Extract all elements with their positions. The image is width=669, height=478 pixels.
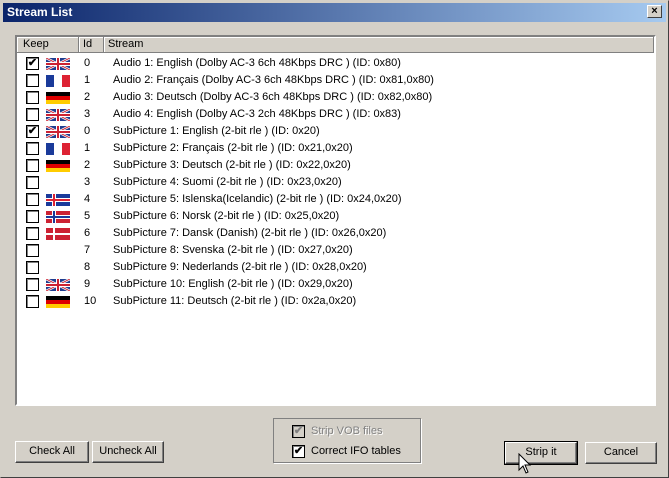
stream-list[interactable]: Keep Id Stream ✔ 0 Audio 1: English (Dolby… <box>15 35 656 406</box>
stream-id: 6 <box>84 227 91 239</box>
stream-name: Audio 3: Deutsch (Dolby AC-3 6ch 48Kbps … <box>113 91 433 103</box>
uk-flag-icon <box>46 126 70 138</box>
keep-checkbox[interactable]: ✔ <box>26 125 39 138</box>
keep-checkbox[interactable] <box>26 261 39 274</box>
stream-id: 3 <box>84 176 91 188</box>
stream-name: SubPicture 8: Svenska (2-bit rle ) (ID: … <box>113 244 353 256</box>
stream-row[interactable]: 2 Audio 3: Deutsch (Dolby AC-3 6ch 48Kbps… <box>17 89 654 106</box>
stream-name: SubPicture 10: English (2-bit rle ) (ID:… <box>113 278 353 290</box>
keep-checkbox[interactable]: ✔ <box>26 57 39 70</box>
strip-vob-label: Strip VOB files <box>311 425 383 437</box>
stream-row[interactable]: ✔ 0 Audio 1: English (Dolby AC-3 6ch 48Kbp… <box>17 55 654 72</box>
keep-checkbox[interactable] <box>26 91 39 104</box>
france-flag-icon <box>46 75 70 87</box>
norway-flag-icon <box>46 211 70 223</box>
france-flag-icon <box>46 143 70 155</box>
stream-name: SubPicture 2: Français (2-bit rle ) (ID:… <box>113 142 353 154</box>
stream-row[interactable]: 7 SubPicture 8: Svenska (2-bit rle ) (ID:… <box>17 242 654 259</box>
strip-it-button[interactable]: Strip it <box>504 441 578 465</box>
stream-id: 9 <box>84 278 91 290</box>
uk-flag-icon <box>46 279 70 291</box>
stream-row[interactable]: ✔ 0 SubPicture 1: English (2-bit rle ) (ID… <box>17 123 654 140</box>
stream-id: 0 <box>84 57 91 69</box>
germany-flag-icon <box>46 92 70 104</box>
stream-name: SubPicture 4: Suomi (2-bit rle ) (ID: 0x… <box>113 176 342 188</box>
keep-checkbox[interactable] <box>26 210 39 223</box>
stream-row[interactable]: 8 SubPicture 9: Nederlands (2-bit rle ) (… <box>17 259 654 276</box>
stream-name: Audio 4: English (Dolby AC-3 2ch 48Kbps … <box>113 108 401 120</box>
stream-row[interactable]: 10 SubPicture 11: Deutsch (2-bit rle ) (I… <box>17 293 654 310</box>
correct-ifo-label[interactable]: Correct IFO tables <box>311 445 401 457</box>
keep-checkbox[interactable] <box>26 176 39 189</box>
stream-row[interactable]: 9 SubPicture 10: English (2-bit rle ) (ID… <box>17 276 654 293</box>
uncheck-all-button[interactable]: Uncheck All <box>92 441 164 463</box>
keep-checkbox[interactable] <box>26 227 39 240</box>
window-title: Stream List <box>7 5 73 19</box>
stream-name: Audio 2: Français (Dolby AC-3 6ch 48Kbps… <box>113 74 434 86</box>
column-header-keep[interactable]: Keep <box>17 37 79 53</box>
column-header-id[interactable]: Id <box>79 37 104 53</box>
keep-checkbox[interactable] <box>26 159 39 172</box>
stream-row[interactable]: 4 SubPicture 5: Islenska(Icelandic) (2-bi… <box>17 191 654 208</box>
stream-row[interactable]: 1 SubPicture 2: Français (2-bit rle ) (ID… <box>17 140 654 157</box>
stream-row[interactable]: 5 SubPicture 6: Norsk (2-bit rle ) (ID: 0… <box>17 208 654 225</box>
keep-checkbox[interactable] <box>26 295 39 308</box>
uk-flag-icon <box>46 109 70 121</box>
stream-name: SubPicture 7: Dansk (Danish) (2-bit rle … <box>113 227 387 239</box>
title-bar[interactable]: Stream List × <box>3 3 666 22</box>
germany-flag-icon <box>46 296 70 308</box>
check-all-button[interactable]: Check All <box>15 441 89 463</box>
keep-checkbox[interactable] <box>26 193 39 206</box>
keep-checkbox[interactable] <box>26 278 39 291</box>
stream-name: SubPicture 5: Islenska(Icelandic) (2-bit… <box>113 193 402 205</box>
stream-name: SubPicture 6: Norsk (2-bit rle ) (ID: 0x… <box>113 210 340 222</box>
keep-checkbox[interactable] <box>26 74 39 87</box>
stream-row[interactable]: 3 SubPicture 4: Suomi (2-bit rle ) (ID: 0… <box>17 174 654 191</box>
mouse-cursor-icon <box>518 453 532 474</box>
stream-list-dialog: Stream List × Keep Id Stream ✔ 0 Audio 1: … <box>0 0 669 478</box>
stream-name: SubPicture 11: Deutsch (2-bit rle ) (ID:… <box>113 295 357 307</box>
stream-name: Audio 1: English (Dolby AC-3 6ch 48Kbps … <box>113 57 401 69</box>
stream-id: 10 <box>84 295 97 307</box>
strip-vob-checkbox: ✔ <box>292 425 305 438</box>
stream-row[interactable]: 3 Audio 4: English (Dolby AC-3 2ch 48Kbps… <box>17 106 654 123</box>
strip-options-group: ✔ Strip VOB files ✔ Correct IFO tables <box>273 418 421 463</box>
stream-id: 1 <box>84 74 91 86</box>
stream-id: 4 <box>84 193 91 205</box>
stream-id: 3 <box>84 108 91 120</box>
keep-checkbox[interactable] <box>26 244 39 257</box>
stream-id: 8 <box>84 261 91 273</box>
uk-flag-icon <box>46 58 70 70</box>
stream-id: 1 <box>84 142 91 154</box>
stream-row[interactable]: 1 Audio 2: Français (Dolby AC-3 6ch 48Kbp… <box>17 72 654 89</box>
stream-row[interactable]: 6 SubPicture 7: Dansk (Danish) (2-bit rle… <box>17 225 654 242</box>
keep-checkbox[interactable] <box>26 142 39 155</box>
stream-name: SubPicture 1: English (2-bit rle ) (ID: … <box>113 125 320 137</box>
denmark-flag-icon <box>46 228 70 240</box>
germany-flag-icon <box>46 160 70 172</box>
column-header-stream[interactable]: Stream <box>104 37 654 53</box>
keep-checkbox[interactable] <box>26 108 39 121</box>
cancel-button[interactable]: Cancel <box>585 442 657 464</box>
correct-ifo-checkbox[interactable]: ✔ <box>292 445 305 458</box>
stream-id: 0 <box>84 125 91 137</box>
stream-id: 2 <box>84 159 91 171</box>
stream-name: SubPicture 3: Deutsch (2-bit rle ) (ID: … <box>113 159 351 171</box>
stream-id: 7 <box>84 244 91 256</box>
iceland-flag-icon <box>46 194 70 206</box>
stream-id: 2 <box>84 91 91 103</box>
stream-name: SubPicture 9: Nederlands (2-bit rle ) (I… <box>113 261 367 273</box>
stream-id: 5 <box>84 210 91 222</box>
stream-row[interactable]: 2 SubPicture 3: Deutsch (2-bit rle ) (ID:… <box>17 157 654 174</box>
close-button[interactable]: × <box>647 5 662 18</box>
